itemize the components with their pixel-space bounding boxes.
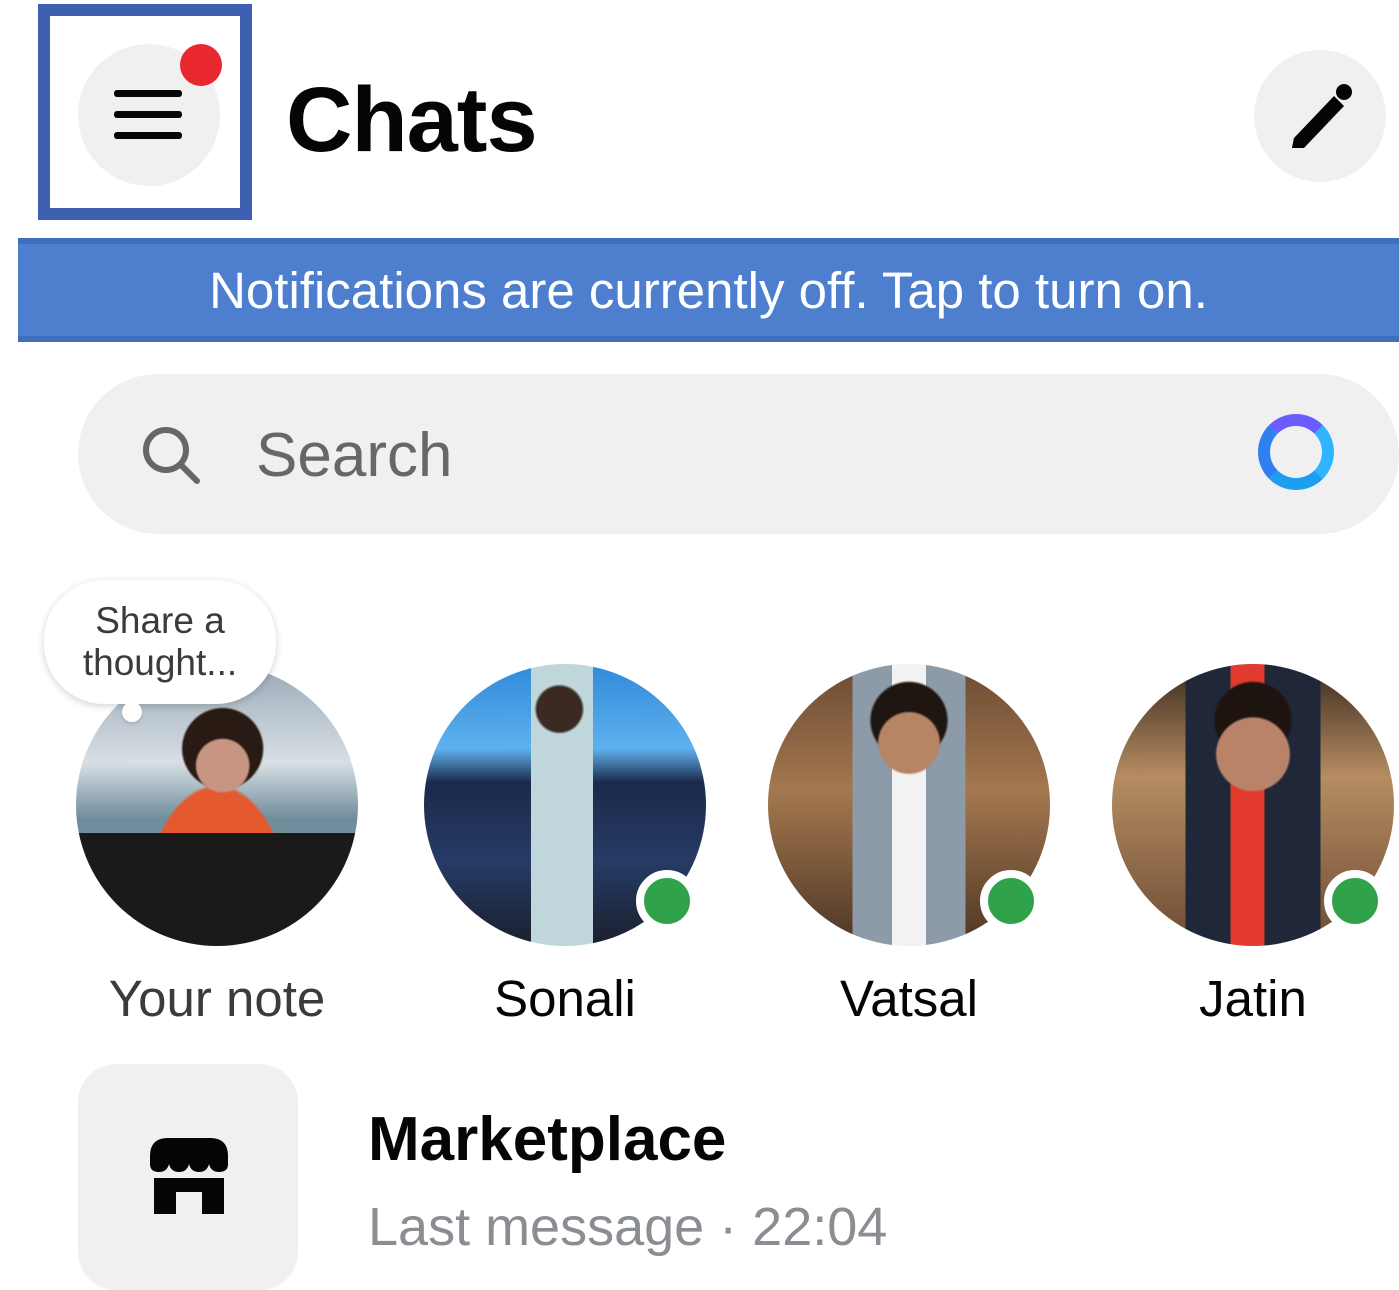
chat-preview: Last message · 22:04 — [368, 1197, 888, 1257]
online-indicator — [980, 870, 1042, 932]
search-icon — [143, 427, 200, 484]
banner-text: Notifications are currently off. Tap to … — [209, 261, 1208, 319]
story-name: Vatsal — [840, 970, 978, 1027]
story-your-note[interactable]: Your note — [76, 664, 366, 1044]
story-vatsal[interactable]: Vatsal — [768, 664, 1058, 1044]
search-input[interactable] — [254, 410, 1208, 500]
share-thought-note[interactable]: Share a thought... — [44, 580, 276, 722]
meta-ai-ring-icon[interactable] — [1258, 414, 1334, 490]
story-name: Jatin — [1199, 970, 1307, 1027]
search-bar[interactable] — [78, 374, 1399, 534]
messenger-chats-screen: Chats Notifications are currently off. T… — [0, 0, 1399, 1290]
notifications-off-banner[interactable]: Notifications are currently off. Tap to … — [18, 238, 1399, 342]
note-prompt: Share a thought... — [82, 600, 238, 683]
story-jatin[interactable]: Jatin — [1112, 664, 1399, 1044]
online-indicator — [636, 870, 698, 932]
chat-title[interactable]: Marketplace — [368, 1104, 726, 1175]
story-name: Your note — [108, 970, 326, 1027]
online-indicator — [1324, 870, 1386, 932]
menu-highlight-box — [38, 4, 252, 220]
page-title: Chats — [286, 69, 538, 171]
avatar — [76, 664, 358, 946]
story-sonali[interactable]: Sonali — [424, 664, 714, 1044]
storefront-icon — [150, 1138, 228, 1214]
story-name: Sonali — [494, 970, 636, 1027]
pencil-icon — [1292, 84, 1352, 148]
compose-button[interactable] — [1254, 50, 1386, 182]
marketplace-icon-box[interactable] — [78, 1064, 298, 1290]
